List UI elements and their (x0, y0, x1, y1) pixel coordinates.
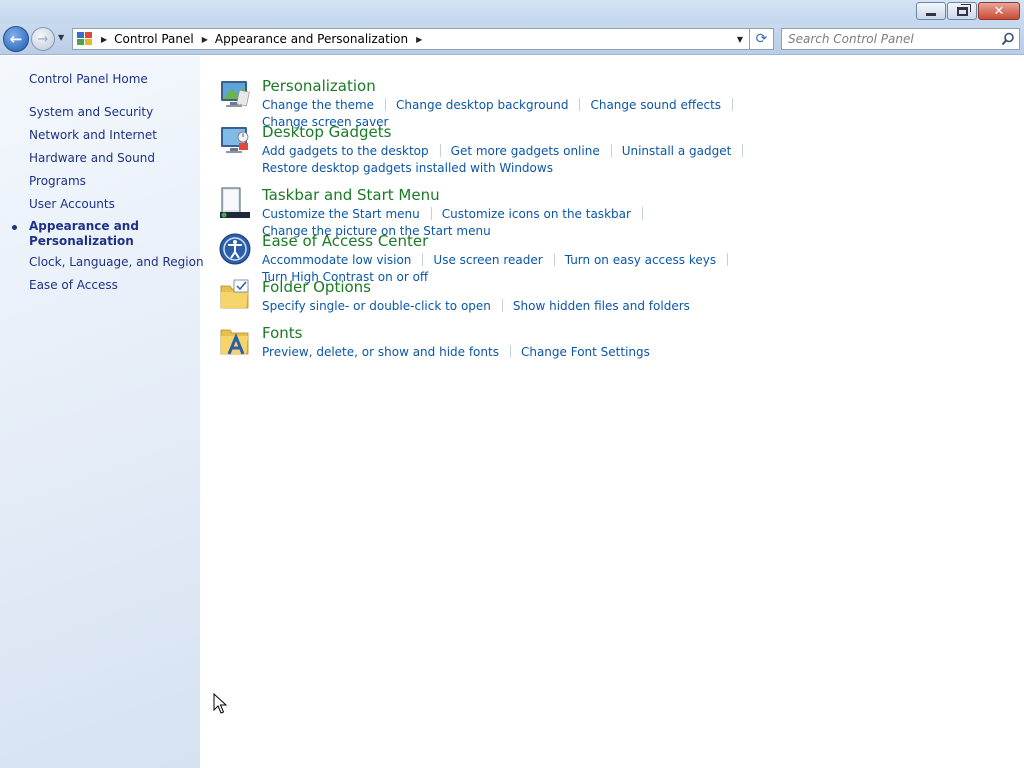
folder-options-icon[interactable] (218, 278, 252, 312)
link-separator (732, 98, 734, 111)
navigation-bar: ← → ▼ ▶ Control Panel ▶ Appearance and P… (0, 24, 1024, 55)
accommodate-low-vision-link[interactable]: Accommodate low vision (262, 253, 411, 267)
minimize-button[interactable] (916, 2, 946, 20)
customize-taskbar-icons-link[interactable]: Customize icons on the taskbar (442, 207, 631, 221)
breadcrumb-separator-icon[interactable]: ▶ (416, 35, 422, 44)
link-separator (610, 144, 612, 157)
sidebar-item-clock-language-and-region[interactable]: Clock, Language, and Region (29, 255, 204, 269)
add-gadgets-link[interactable]: Add gadgets to the desktop (262, 144, 429, 158)
change-sound-effects-link[interactable]: Change sound effects (590, 98, 721, 112)
control-panel-home-link[interactable]: Control Panel Home (29, 72, 148, 86)
show-hidden-files-link[interactable]: Show hidden files and folders (513, 299, 690, 313)
link-separator (641, 207, 643, 220)
restore-desktop-gadgets-link[interactable]: Restore desktop gadgets installed with W… (262, 161, 553, 175)
sidebar-item-system-and-security[interactable]: System and Security (29, 105, 153, 119)
close-button[interactable]: ✕ (978, 2, 1020, 20)
fonts-links: Preview, delete, or show and hide fonts C… (262, 344, 862, 361)
current-item-bullet-icon (12, 225, 17, 230)
ease-of-access-icon[interactable] (218, 232, 252, 266)
minimize-icon (926, 12, 936, 16)
title-bar: ✕ (0, 0, 1024, 24)
sidebar-item-ease-of-access[interactable]: Ease of Access (29, 278, 118, 292)
restore-icon (956, 3, 971, 16)
breadcrumb-control-panel[interactable]: Control Panel (114, 32, 194, 46)
change-theme-link[interactable]: Change the theme (262, 98, 374, 112)
link-separator (742, 144, 744, 157)
desktop-gadgets-icon[interactable] (218, 123, 252, 157)
breadcrumb-separator-icon[interactable]: ▶ (202, 35, 208, 44)
desktop-gadgets-links: Add gadgets to the desktop Get more gadge… (262, 143, 862, 177)
breadcrumb-separator-icon[interactable]: ▶ (101, 35, 107, 44)
use-screen-reader-link[interactable]: Use screen reader (433, 253, 542, 267)
link-separator (509, 345, 511, 358)
search-input[interactable] (788, 32, 998, 46)
sidebar-item-programs[interactable]: Programs (29, 174, 86, 188)
address-bar[interactable]: ▶ Control Panel ▶ Appearance and Persona… (72, 28, 750, 50)
get-more-gadgets-link[interactable]: Get more gadgets online (451, 144, 600, 158)
link-separator (553, 253, 555, 266)
link-separator (422, 253, 424, 266)
change-desktop-background-link[interactable]: Change desktop background (396, 98, 568, 112)
restore-button[interactable] (947, 2, 977, 20)
customize-start-menu-link[interactable]: Customize the Start menu (262, 207, 420, 221)
easy-access-keys-link[interactable]: Turn on easy access keys (565, 253, 716, 267)
mouse-cursor-icon (213, 693, 227, 714)
forward-button[interactable]: → (31, 27, 55, 51)
close-icon: ✕ (993, 3, 1005, 19)
back-button[interactable]: ← (3, 26, 29, 52)
taskbar-and-start-menu-title-link[interactable]: Taskbar and Start Menu (262, 186, 440, 204)
refresh-button[interactable]: ⟳ (750, 28, 774, 50)
link-separator (385, 98, 387, 111)
window-controls: ✕ (915, 2, 1020, 20)
control-panel-icon (77, 32, 93, 46)
link-separator (579, 98, 581, 111)
fonts-icon[interactable] (218, 324, 252, 358)
sidebar-item-network-and-internet[interactable]: Network and Internet (29, 128, 157, 142)
refresh-icon: ⟳ (755, 31, 768, 47)
link-separator (430, 207, 432, 220)
change-font-settings-link[interactable]: Change Font Settings (521, 345, 650, 359)
link-separator (501, 299, 503, 312)
taskbar-icon[interactable] (218, 186, 252, 220)
breadcrumb-appearance-and-personalization[interactable]: Appearance and Personalization (215, 32, 408, 46)
link-separator (439, 144, 441, 157)
personalization-title-link[interactable]: Personalization (262, 77, 376, 95)
preview-delete-fonts-link[interactable]: Preview, delete, or show and hide fonts (262, 345, 499, 359)
sidebar-item-hardware-and-sound[interactable]: Hardware and Sound (29, 151, 155, 165)
uninstall-gadget-link[interactable]: Uninstall a gadget (622, 144, 732, 158)
back-arrow-icon: ← (9, 30, 23, 48)
search-box[interactable] (781, 28, 1020, 50)
sidebar-item-appearance-and-personalization[interactable]: Appearance and Personalization (29, 219, 139, 249)
personalization-icon[interactable] (218, 77, 252, 111)
folder-options-title-link[interactable]: Folder Options (262, 278, 371, 296)
folder-options-links: Specify single- or double-click to open S… (262, 298, 862, 315)
link-separator (727, 253, 729, 266)
search-icon[interactable] (1001, 32, 1015, 46)
single-double-click-link[interactable]: Specify single- or double-click to open (262, 299, 491, 313)
forward-arrow-icon: → (37, 31, 49, 47)
left-navigation-pane: Control Panel Home System and Security N… (0, 56, 204, 768)
sidebar-item-user-accounts[interactable]: User Accounts (29, 197, 115, 211)
desktop-gadgets-title-link[interactable]: Desktop Gadgets (262, 123, 391, 141)
recent-pages-button[interactable]: ▼ (58, 33, 64, 42)
ease-of-access-center-title-link[interactable]: Ease of Access Center (262, 232, 428, 250)
address-dropdown-button[interactable]: ▼ (731, 29, 749, 49)
fonts-title-link[interactable]: Fonts (262, 324, 302, 342)
